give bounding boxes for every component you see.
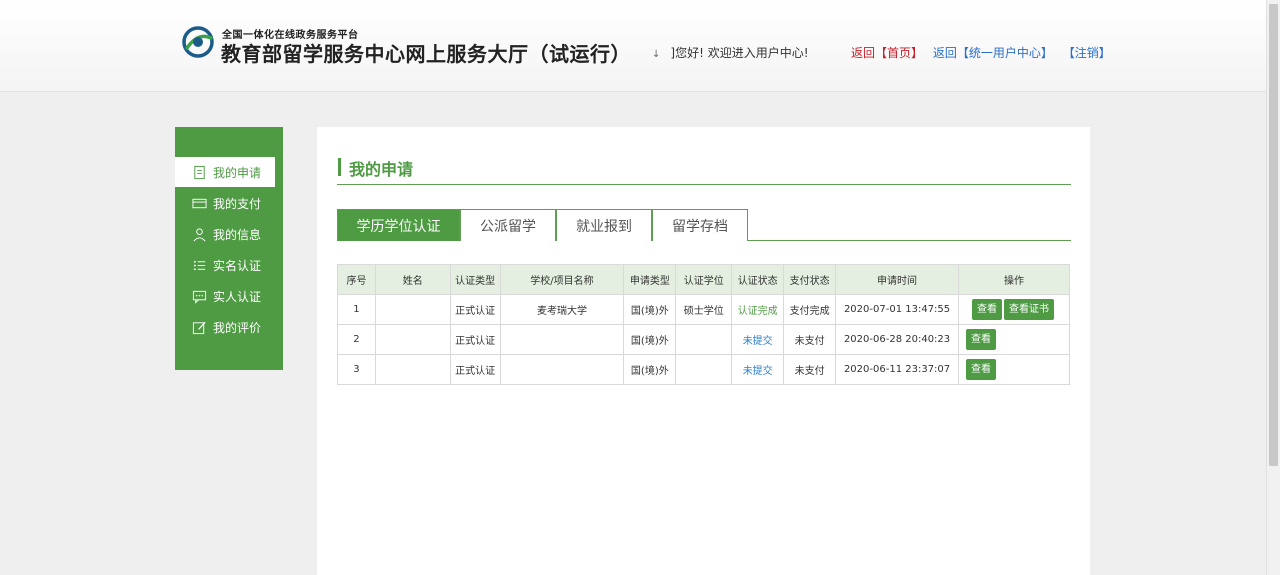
sidebar-nav: 我的申请 我的支付 我的信息 实名认证 实人认证 我的评价: [175, 127, 283, 370]
page-title: 我的申请: [349, 160, 414, 179]
cell-type: 正式认证: [449, 324, 501, 355]
cell-time: 2020-06-28 20:40:23: [835, 324, 960, 355]
user-icon: [191, 226, 207, 242]
col-header: 学校/项目名称: [499, 264, 625, 295]
cell-school: [499, 324, 625, 355]
sidebar-item-my-reviews[interactable]: 我的评价: [175, 312, 275, 342]
list-icon: [191, 257, 207, 273]
col-header: 支付状态: [783, 264, 837, 295]
cell-no: 2: [337, 324, 376, 355]
sidebar-item-label: 我的评价: [213, 320, 262, 335]
cell-degree: [675, 324, 733, 355]
cell-status[interactable]: 未提交: [731, 354, 785, 385]
user-greeting: ↓ ]您好! 欢迎进入用户中心!: [652, 44, 809, 61]
sidebar-item-label: 实名认证: [213, 258, 262, 273]
cell-apply-type: 国(境)外: [623, 294, 677, 325]
cell-pay-status: 未支付: [783, 354, 837, 385]
col-header: 姓名: [374, 264, 451, 295]
logout-link[interactable]: 【注销】: [1063, 46, 1111, 60]
cell-pay-status: 未支付: [783, 324, 837, 355]
col-header: 操作: [958, 264, 1070, 295]
header-links: 返回【首页】 返回【统一用户中心】 【注销】: [851, 44, 1117, 61]
card-icon: [191, 195, 207, 211]
cell-time: 2020-07-01 13:47:55: [835, 294, 960, 325]
cell-school: 麦考瑞大学: [499, 294, 625, 325]
cell-degree: 硕士学位: [675, 294, 733, 325]
greeting-text: ]您好! 欢迎进入用户中心!: [670, 46, 809, 60]
cell-name: [374, 294, 451, 325]
title-accent-bar: [338, 158, 341, 176]
main-panel: 我的申请 学历学位认证 公派留学 就业报到 留学存档 序号 姓名 认证类型 学校…: [317, 127, 1090, 575]
site-title: 教育部留学服务中心网上服务大厅（试运行）: [221, 42, 631, 66]
back-home-link[interactable]: 返回【首页】: [851, 46, 923, 60]
cell-name: [374, 324, 451, 355]
col-header: 认证学位: [675, 264, 733, 295]
sidebar-item-label: 实人认证: [213, 289, 262, 304]
table-row: 3 正式认证 国(境)外 未提交 未支付 2020-06-11 23:37:07…: [337, 354, 1070, 385]
category-tabs: 学历学位认证 公派留学 就业报到 留学存档: [337, 209, 1071, 241]
sidebar-item-my-applications[interactable]: 我的申请: [175, 157, 275, 187]
edit-icon: [191, 319, 207, 335]
sidebar-item-real-name-auth[interactable]: 实名认证: [175, 250, 275, 280]
cell-pay-status: 支付完成: [783, 294, 837, 325]
site-header: 全国一体化在线政务服务平台 教育部留学服务中心网上服务大厅（试运行） ↓]您好!…: [0, 0, 1280, 92]
tab-degree-certification[interactable]: 学历学位认证: [337, 209, 460, 241]
sidebar-item-my-payments[interactable]: 我的支付: [175, 188, 275, 218]
cell-time: 2020-06-11 23:37:07: [835, 354, 960, 385]
col-header: 序号: [337, 264, 376, 295]
cell-apply-type: 国(境)外: [623, 354, 677, 385]
page-scrollbar[interactable]: [1266, 0, 1280, 575]
doc-icon: [191, 164, 207, 180]
tab-government-sponsored[interactable]: 公派留学: [460, 209, 556, 241]
view-button[interactable]: 查看: [966, 329, 997, 350]
sidebar-item-label: 我的支付: [213, 196, 262, 211]
view-certificate-button[interactable]: 查看证书: [1004, 299, 1054, 320]
cell-school: [499, 354, 625, 385]
chat-icon: [191, 288, 207, 304]
cell-apply-type: 国(境)外: [623, 324, 677, 355]
view-button[interactable]: 查看: [972, 299, 1002, 320]
user-menu-caret-icon[interactable]: ↓: [652, 49, 660, 60]
tab-study-abroad-archive[interactable]: 留学存档: [652, 209, 748, 241]
cell-name: [374, 354, 451, 385]
cell-degree: [675, 354, 733, 385]
col-header: 申请时间: [835, 264, 960, 295]
table-row: 2 正式认证 国(境)外 未提交 未支付 2020-06-28 20:40:23…: [337, 324, 1070, 355]
table-row: 1 正式认证 麦考瑞大学 国(境)外 硕士学位 认证完成 支付完成 2020-0…: [337, 294, 1070, 325]
col-header: 认证状态: [731, 264, 785, 295]
cell-actions: 查看 查看证书: [958, 294, 1070, 325]
unified-user-center-link[interactable]: 返回【统一用户中心】: [933, 46, 1053, 60]
cell-no: 3: [337, 354, 376, 385]
col-header: 认证类型: [449, 264, 501, 295]
cell-actions: 查看: [958, 354, 1070, 385]
cell-type: 正式认证: [449, 354, 501, 385]
cell-status: 认证完成: [731, 294, 785, 325]
cell-type: 正式认证: [449, 294, 501, 325]
col-header: 申请类型: [623, 264, 677, 295]
sidebar-item-my-info[interactable]: 我的信息: [175, 219, 275, 249]
cell-no: 1: [337, 294, 376, 325]
sidebar-item-real-person-auth[interactable]: 实人认证: [175, 281, 275, 311]
section-header: 我的申请: [337, 155, 1071, 185]
cell-status[interactable]: 未提交: [731, 324, 785, 355]
applications-table: 序号 姓名 认证类型 学校/项目名称 申请类型 认证学位 认证状态 支付状态 申…: [337, 264, 1070, 385]
view-button[interactable]: 查看: [966, 359, 997, 380]
sidebar-item-label: 我的申请: [213, 165, 262, 180]
tab-employment-registration[interactable]: 就业报到: [556, 209, 652, 241]
sidebar-item-label: 我的信息: [213, 227, 262, 242]
platform-logo-icon[interactable]: [180, 24, 216, 60]
cell-actions: 查看: [958, 324, 1070, 355]
scrollbar-thumb[interactable]: [1269, 4, 1278, 466]
table-header-row: 序号 姓名 认证类型 学校/项目名称 申请类型 认证学位 认证状态 支付状态 申…: [337, 264, 1070, 295]
